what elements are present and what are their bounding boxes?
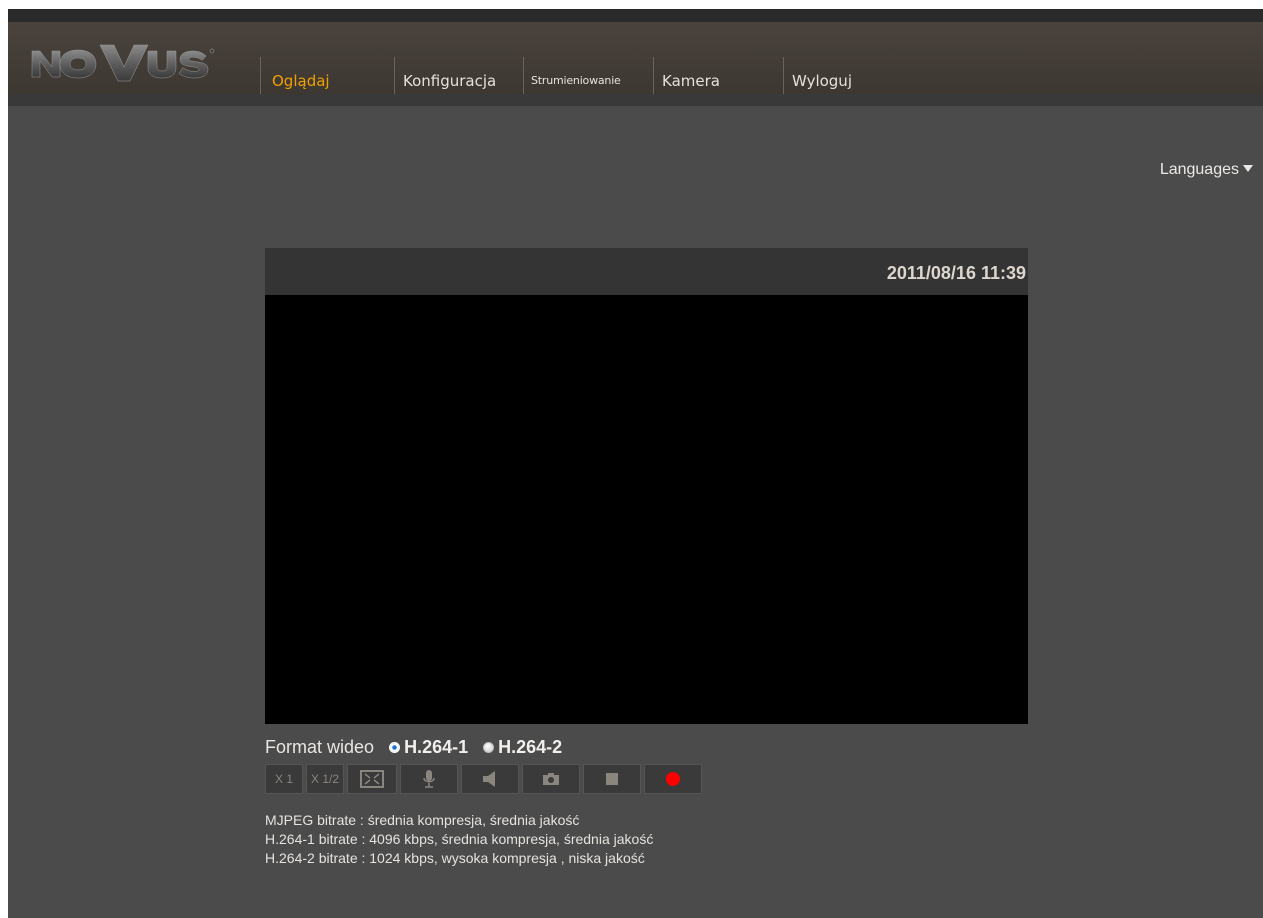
speaker-icon	[483, 771, 495, 787]
top-strip	[8, 9, 1263, 22]
navigation-bar: Oglądaj Konfiguracja Strumieniowanie Kam…	[8, 22, 1263, 94]
novus-logo	[31, 44, 215, 82]
option-h264-1-label[interactable]: H.264-1	[404, 737, 468, 757]
speaker-button[interactable]	[461, 764, 519, 794]
nav-item-wyloguj[interactable]: Wyloguj	[792, 72, 852, 90]
nav-separator	[783, 57, 784, 94]
record-icon	[666, 772, 680, 786]
microphone-button[interactable]	[400, 764, 458, 794]
camera-icon	[543, 773, 559, 785]
nav-separator	[394, 57, 395, 94]
languages-label: Languages	[1159, 161, 1239, 178]
nav-separator	[653, 57, 654, 94]
nav-separator	[260, 57, 261, 94]
mjpeg-bitrate-info: MJPEG bitrate : średnia kompresja, średn…	[265, 812, 580, 828]
radio-h264-1[interactable]	[389, 742, 401, 753]
video-timestamp: 2011/08/16 11:39	[886, 263, 1026, 283]
zoom-x1-label: X 1	[274, 772, 293, 786]
nav-item-strumieniowanie[interactable]: Strumieniowanie	[531, 74, 621, 87]
microphone-icon	[423, 770, 435, 788]
stop-button[interactable]	[583, 764, 641, 794]
radio-h264-2[interactable]	[483, 742, 495, 753]
nav-item-kamera[interactable]: Kamera	[662, 72, 720, 90]
format-label: Format wideo	[265, 737, 375, 757]
nav-shadow	[8, 94, 1263, 106]
camera-web-ui: Oglądaj Konfiguracja Strumieniowanie Kam…	[8, 9, 1263, 918]
nav-item-konfiguracja[interactable]: Konfiguracja	[403, 72, 496, 90]
h264-2-bitrate-info: H.264-2 bitrate : 1024 kbps, wysoka komp…	[265, 850, 645, 866]
nav-item-ogladaj[interactable]: Oglądaj	[272, 72, 330, 90]
video-stream[interactable]	[265, 295, 1028, 724]
video-header: 2011/08/16 11:39	[265, 248, 1028, 295]
zoom-half-label: X 1/2	[310, 772, 340, 786]
fit-screen-icon	[360, 770, 384, 788]
record-button[interactable]	[644, 764, 702, 794]
languages-menu[interactable]: Languages	[1160, 161, 1253, 179]
option-h264-2-label[interactable]: H.264-2	[498, 737, 562, 757]
video-format-selector: Format wideo H.264-1 H.264-2	[265, 737, 562, 761]
fullscreen-button[interactable]	[347, 764, 397, 794]
zoom-x1-button[interactable]: X 1	[265, 764, 303, 794]
stop-icon	[606, 773, 618, 785]
h264-1-bitrate-info: H.264-1 bitrate : 4096 kbps, średnia kom…	[265, 831, 654, 847]
snapshot-button[interactable]	[522, 764, 580, 794]
triangle-down-icon	[1243, 165, 1253, 172]
nav-separator	[523, 57, 524, 94]
zoom-half-button[interactable]: X 1/2	[306, 764, 344, 794]
